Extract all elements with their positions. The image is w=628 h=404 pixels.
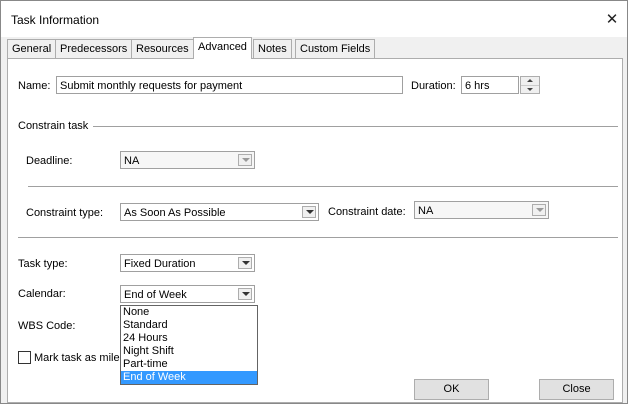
wbs-code-label: WBS Code: <box>18 320 76 332</box>
calendar-option-selected[interactable]: End of Week <box>121 371 257 384</box>
constraint-date-field[interactable]: NA <box>414 201 549 219</box>
task-type-label: Task type: <box>18 258 68 270</box>
constraint-date-label: Constraint date: <box>328 206 406 218</box>
title-bar: Task Information ✕ <box>1 1 627 37</box>
name-label: Name: <box>18 80 51 92</box>
constrain-divider <box>93 126 618 128</box>
deadline-value: NA <box>124 155 140 167</box>
milestone-label: Mark task as mile <box>34 352 120 364</box>
chevron-down-icon[interactable] <box>238 154 252 166</box>
constraint-type-value: As Soon As Possible <box>124 207 226 219</box>
close-icon[interactable]: ✕ <box>599 7 625 33</box>
duration-input[interactable]: 6 hrs <box>461 76 519 94</box>
calendar-label: Calendar: <box>18 288 66 300</box>
calendar-option[interactable]: Night Shift <box>121 345 257 358</box>
calendar-select[interactable]: End of Week <box>120 285 255 303</box>
tab-general[interactable]: General <box>7 39 57 58</box>
constraint-type-select[interactable]: As Soon As Possible <box>120 203 319 221</box>
duration-label: Duration: <box>411 80 456 92</box>
divider <box>28 186 618 188</box>
spinner-down-icon[interactable] <box>521 85 539 93</box>
close-button[interactable]: Close <box>539 379 614 400</box>
duration-spinner[interactable] <box>520 76 540 94</box>
tab-custom-fields[interactable]: Custom Fields <box>295 39 376 58</box>
task-type-select[interactable]: Fixed Duration <box>120 254 255 272</box>
tab-predecessors[interactable]: Predecessors <box>55 39 133 58</box>
calendar-value: End of Week <box>124 289 187 301</box>
constraint-type-label: Constraint type: <box>26 207 104 219</box>
deadline-field[interactable]: NA <box>120 151 255 169</box>
calendar-option[interactable]: None <box>121 306 257 319</box>
divider <box>18 237 618 239</box>
chevron-down-icon[interactable] <box>532 204 546 216</box>
tab-notes[interactable]: Notes <box>253 39 292 58</box>
calendar-option[interactable]: Standard <box>121 319 257 332</box>
chevron-down-icon[interactable] <box>302 206 316 218</box>
task-information-dialog: Task Information ✕ General Predecessors … <box>0 0 628 404</box>
constraint-date-value: NA <box>418 205 434 217</box>
constrain-task-heading: Constrain task <box>18 120 89 132</box>
calendar-option[interactable]: 24 Hours <box>121 332 257 345</box>
calendar-option[interactable]: Part-time <box>121 358 257 371</box>
milestone-checkbox[interactable] <box>18 351 31 364</box>
tab-advanced[interactable]: Advanced <box>193 37 252 59</box>
chevron-down-icon[interactable] <box>238 257 252 269</box>
tab-resources[interactable]: Resources <box>131 39 194 58</box>
chevron-down-icon[interactable] <box>238 288 252 300</box>
ok-button[interactable]: OK <box>414 379 489 400</box>
name-input[interactable]: Submit monthly requests for payment <box>56 76 403 94</box>
deadline-label: Deadline: <box>26 155 73 167</box>
calendar-dropdown-list[interactable]: None Standard 24 Hours Night Shift Part-… <box>120 305 258 385</box>
task-type-value: Fixed Duration <box>124 258 196 270</box>
dialog-title: Task Information <box>11 13 100 27</box>
